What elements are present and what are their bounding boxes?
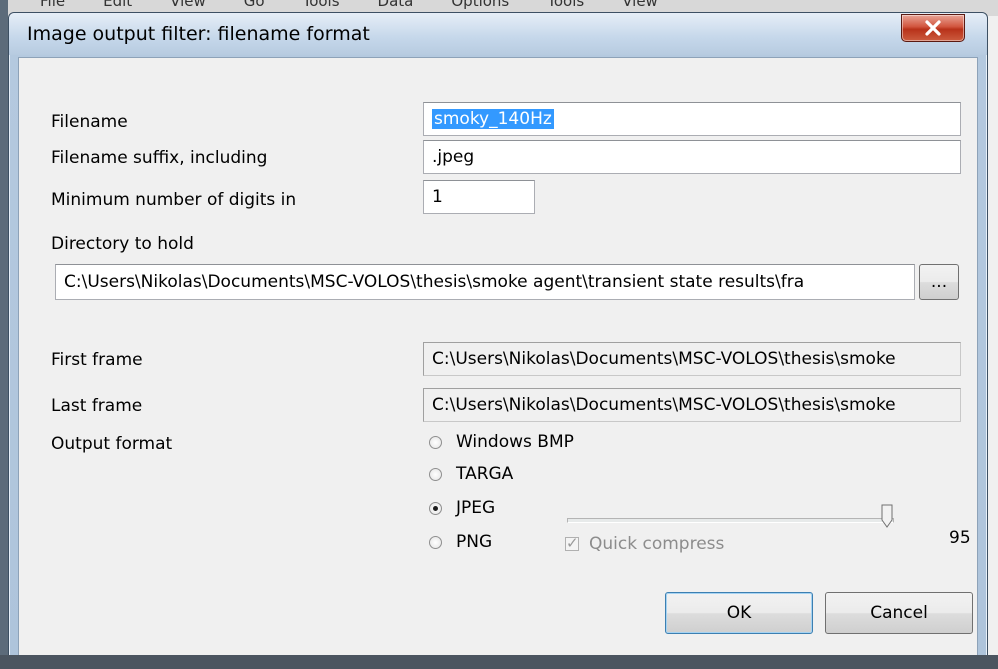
jpeg-quality-slider[interactable] xyxy=(567,518,894,523)
radio-png[interactable] xyxy=(429,535,442,549)
suffix-value: .jpeg xyxy=(432,147,475,167)
parent-window-edge xyxy=(0,0,8,669)
output-format-label: Output format xyxy=(51,434,173,454)
quick-compress-option: Quick compress xyxy=(565,534,724,554)
close-icon xyxy=(925,20,941,36)
last-frame-value: C:\Users\Nikolas\Documents\MSC-VOLOS\the… xyxy=(432,395,896,415)
format-option-bmp[interactable]: Windows BMP xyxy=(429,432,574,452)
dialog-body: Filename smoky_140Hz Filename suffix, in… xyxy=(18,57,978,663)
radio-targa[interactable] xyxy=(429,467,442,481)
slider-thumb[interactable] xyxy=(881,504,893,528)
filename-value: smoky_140Hz xyxy=(432,109,554,129)
parent-menu-item[interactable]: View xyxy=(170,0,206,12)
format-label-bmp: Windows BMP xyxy=(456,432,574,452)
dialog-title: Image output filter: filename format xyxy=(27,23,370,45)
filename-input[interactable]: smoky_140Hz xyxy=(423,102,961,136)
suffix-label: Filename suffix, including xyxy=(51,148,268,168)
jpeg-quality-value: 95 xyxy=(949,528,971,548)
parent-window-bottom-edge xyxy=(0,655,998,669)
last-frame-field: C:\Users\Nikolas\Documents\MSC-VOLOS\the… xyxy=(423,388,961,422)
parent-menu-item[interactable]: Tools xyxy=(303,0,340,12)
radio-jpeg[interactable] xyxy=(429,501,442,515)
digits-value: 1 xyxy=(432,187,443,207)
format-option-jpeg[interactable]: JPEG xyxy=(429,498,495,518)
radio-bmp[interactable] xyxy=(429,435,442,449)
filename-label: Filename xyxy=(51,112,128,132)
parent-menu-item[interactable]: Options xyxy=(451,0,509,12)
digits-input[interactable]: 1 xyxy=(423,180,535,214)
first-frame-field: C:\Users\Nikolas\Documents\MSC-VOLOS\the… xyxy=(423,342,961,376)
format-label-png: PNG xyxy=(456,532,493,552)
format-option-targa[interactable]: TARGA xyxy=(429,464,513,484)
format-option-png[interactable]: PNG xyxy=(429,532,492,552)
digits-label: Minimum number of digits in xyxy=(51,190,297,210)
ok-button[interactable]: OK xyxy=(665,592,813,634)
parent-menu-item[interactable]: Data xyxy=(378,0,414,12)
browse-directory-button[interactable]: ... xyxy=(919,264,959,300)
cancel-button[interactable]: Cancel xyxy=(825,592,973,634)
format-label-targa: TARGA xyxy=(456,464,514,484)
parent-menu-item[interactable]: File xyxy=(40,0,65,12)
quick-compress-checkbox xyxy=(565,534,579,552)
directory-label: Directory to hold xyxy=(51,234,194,254)
last-frame-label: Last frame xyxy=(51,396,143,416)
first-frame-label: First frame xyxy=(51,350,143,370)
dialog-titlebar[interactable]: Image output filter: filename format xyxy=(9,13,987,55)
filename-format-dialog: Image output filter: filename format Fil… xyxy=(8,12,988,669)
parent-menu-item[interactable]: Edit xyxy=(103,0,132,12)
format-label-jpeg: JPEG xyxy=(456,498,496,518)
directory-value: C:\Users\Nikolas\Documents\MSC-VOLOS\the… xyxy=(64,272,805,292)
parent-menu-item[interactable]: Tools xyxy=(547,0,584,12)
close-button[interactable] xyxy=(901,14,965,42)
quick-compress-label: Quick compress xyxy=(589,534,725,554)
parent-menu-item[interactable]: View xyxy=(622,0,658,12)
suffix-input[interactable]: .jpeg xyxy=(423,140,961,174)
first-frame-value: C:\Users\Nikolas\Documents\MSC-VOLOS\the… xyxy=(432,349,896,369)
parent-menu-item[interactable]: Go xyxy=(244,0,265,12)
directory-input[interactable]: C:\Users\Nikolas\Documents\MSC-VOLOS\the… xyxy=(55,264,915,300)
